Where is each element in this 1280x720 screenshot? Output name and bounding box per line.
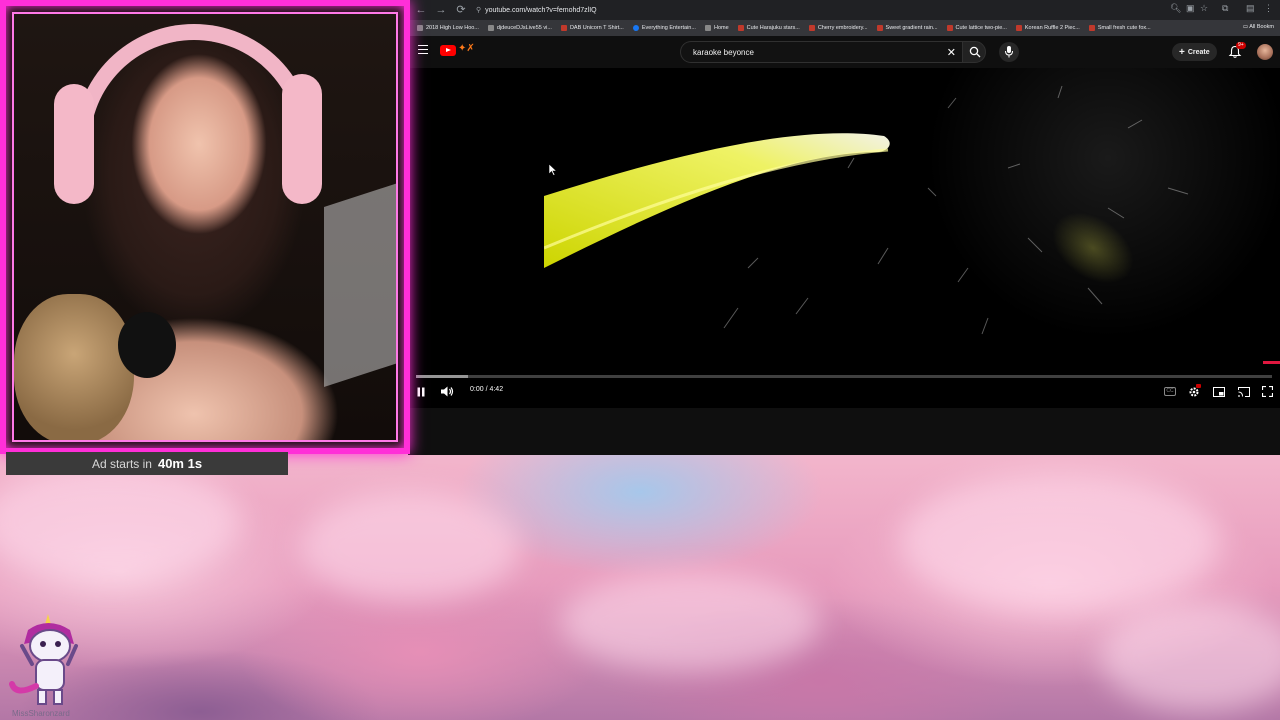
search-button[interactable] xyxy=(962,41,986,63)
progress-bar[interactable] xyxy=(416,375,1272,378)
captions-icon[interactable]: CC xyxy=(1164,387,1176,396)
star-icon[interactable]: ☆ xyxy=(1200,3,1208,14)
webcam-feed xyxy=(12,12,398,442)
bookmark-item[interactable]: Everything Entertain... xyxy=(632,25,696,31)
zoom-icon[interactable]: 🔍︎ xyxy=(1170,3,1181,14)
bookmark-favicon-icon xyxy=(1088,25,1095,31)
profile-icon[interactable]: ▤ xyxy=(1246,3,1255,14)
bookmark-favicon-icon xyxy=(808,25,815,31)
doodle-icon[interactable]: ✦✗ xyxy=(458,43,486,57)
search-input[interactable]: karaoke beyonce xyxy=(693,48,947,57)
bookmark-favicon-icon xyxy=(487,25,494,31)
bookmark-item[interactable]: Cute Harajuku stars... xyxy=(737,25,800,31)
miniplayer-icon[interactable] xyxy=(1213,387,1225,397)
back-icon[interactable]: ← xyxy=(414,3,428,17)
bookmark-item[interactable]: djdeuceDJsLive55 vi... xyxy=(487,25,552,31)
voice-search-button[interactable] xyxy=(999,42,1019,62)
cloud-background xyxy=(0,452,1280,720)
bookmark-favicon-icon xyxy=(417,25,423,31)
plus-icon: + xyxy=(1179,46,1185,58)
ad-countdown-time: 40m 1s xyxy=(157,456,203,471)
notification-count-badge: 9+ xyxy=(1236,42,1246,49)
url-text: youtube.com/watch?v=femohd7zlIQ xyxy=(485,6,597,14)
browser-window: ← → ⟳ ⚲ youtube.com/watch?v=femohd7zlIQ … xyxy=(408,0,1280,455)
bookmark-favicon-icon xyxy=(704,25,711,31)
pause-icon[interactable] xyxy=(416,387,426,397)
bookmark-favicon-icon xyxy=(737,25,744,31)
bookmark-favicon-icon xyxy=(946,25,953,31)
ad-countdown-label: Ad starts in xyxy=(91,456,152,471)
volume-icon[interactable] xyxy=(441,386,454,397)
microphone-icon xyxy=(1005,46,1013,58)
bookmark-item[interactable]: DAB Unicorn T Shirt... xyxy=(560,25,624,31)
video-details-area xyxy=(408,408,1280,455)
extensions-icon[interactable]: ⧉ xyxy=(1222,3,1228,14)
time-display: 0:00 / 4:42 xyxy=(470,386,504,393)
mouse-cursor-icon xyxy=(549,164,557,176)
ad-countdown: Ad starts in 40m 1s xyxy=(6,452,288,475)
bookmark-item[interactable]: Home xyxy=(704,25,729,31)
bookmark-item[interactable]: 2018 High Low Hoo... xyxy=(417,25,479,31)
facebook-icon xyxy=(632,25,639,31)
headset-left-cup xyxy=(54,84,94,204)
bookmark-item[interactable]: Small fresh cute fox... xyxy=(1088,25,1151,31)
install-icon[interactable]: ▣ xyxy=(1186,3,1195,14)
video-player[interactable]: 0:00 / 4:42 CC xyxy=(408,68,1280,408)
all-bookmarks-button[interactable]: ▭ All Bookm xyxy=(1243,24,1274,30)
search-box[interactable]: karaoke beyonce ✕ xyxy=(680,41,964,63)
youtube-header: ✦✗ karaoke beyonce ✕ + Create 9+ xyxy=(408,36,1280,68)
light-streak xyxy=(544,133,890,268)
forward-icon[interactable]: → xyxy=(434,3,448,17)
ad-marker xyxy=(1263,361,1280,364)
bookmarks-bar: 2018 High Low Hoo... djdeuceDJsLive55 vi… xyxy=(408,20,1280,36)
bookmark-item[interactable]: Cute lattice two-pie... xyxy=(946,25,1007,31)
clear-search-icon[interactable]: ✕ xyxy=(947,46,956,59)
address-field[interactable]: ⚲ youtube.com/watch?v=femohd7zlIQ xyxy=(476,6,597,15)
microphone-foam xyxy=(118,312,176,378)
plush-toy xyxy=(14,294,134,440)
stream-scene: ← → ⟳ ⚲ youtube.com/watch?v=femohd7zlIQ … xyxy=(0,0,1280,720)
hamburger-menu-icon[interactable] xyxy=(418,45,428,54)
bookmark-item[interactable]: Korean Ruffle 2 Piec... xyxy=(1015,25,1080,31)
cast-icon[interactable] xyxy=(1238,387,1250,397)
streamer-username: MissSharonzard xyxy=(12,709,70,718)
headset-band xyxy=(74,24,314,144)
hd-badge xyxy=(1196,384,1201,388)
fullscreen-icon[interactable] xyxy=(1262,386,1273,397)
browser-menu-icon[interactable]: ⋮ xyxy=(1264,3,1273,14)
bookmark-item[interactable]: Sweet gradient rain... xyxy=(876,25,938,31)
webcam-frame xyxy=(0,0,410,454)
bookmark-favicon-icon xyxy=(1015,25,1022,31)
site-info-icon[interactable]: ⚲ xyxy=(476,6,481,14)
reload-icon[interactable]: ⟳ xyxy=(454,3,468,17)
address-bar-row: ← → ⟳ ⚲ youtube.com/watch?v=femohd7zlIQ … xyxy=(408,0,1280,20)
search-icon xyxy=(969,46,981,58)
headset-right-cup xyxy=(282,74,322,204)
gaming-chair xyxy=(324,181,396,387)
account-avatar[interactable] xyxy=(1257,44,1273,60)
youtube-logo-icon[interactable] xyxy=(440,45,456,56)
buffered-bar xyxy=(416,375,468,378)
create-button[interactable]: + Create xyxy=(1172,43,1217,61)
bookmark-item[interactable]: Cherry embroidery... xyxy=(808,25,868,31)
bookmark-favicon-icon xyxy=(876,25,883,31)
unicorn-mascot-icon xyxy=(9,614,78,705)
bookmark-favicon-icon xyxy=(560,25,567,31)
